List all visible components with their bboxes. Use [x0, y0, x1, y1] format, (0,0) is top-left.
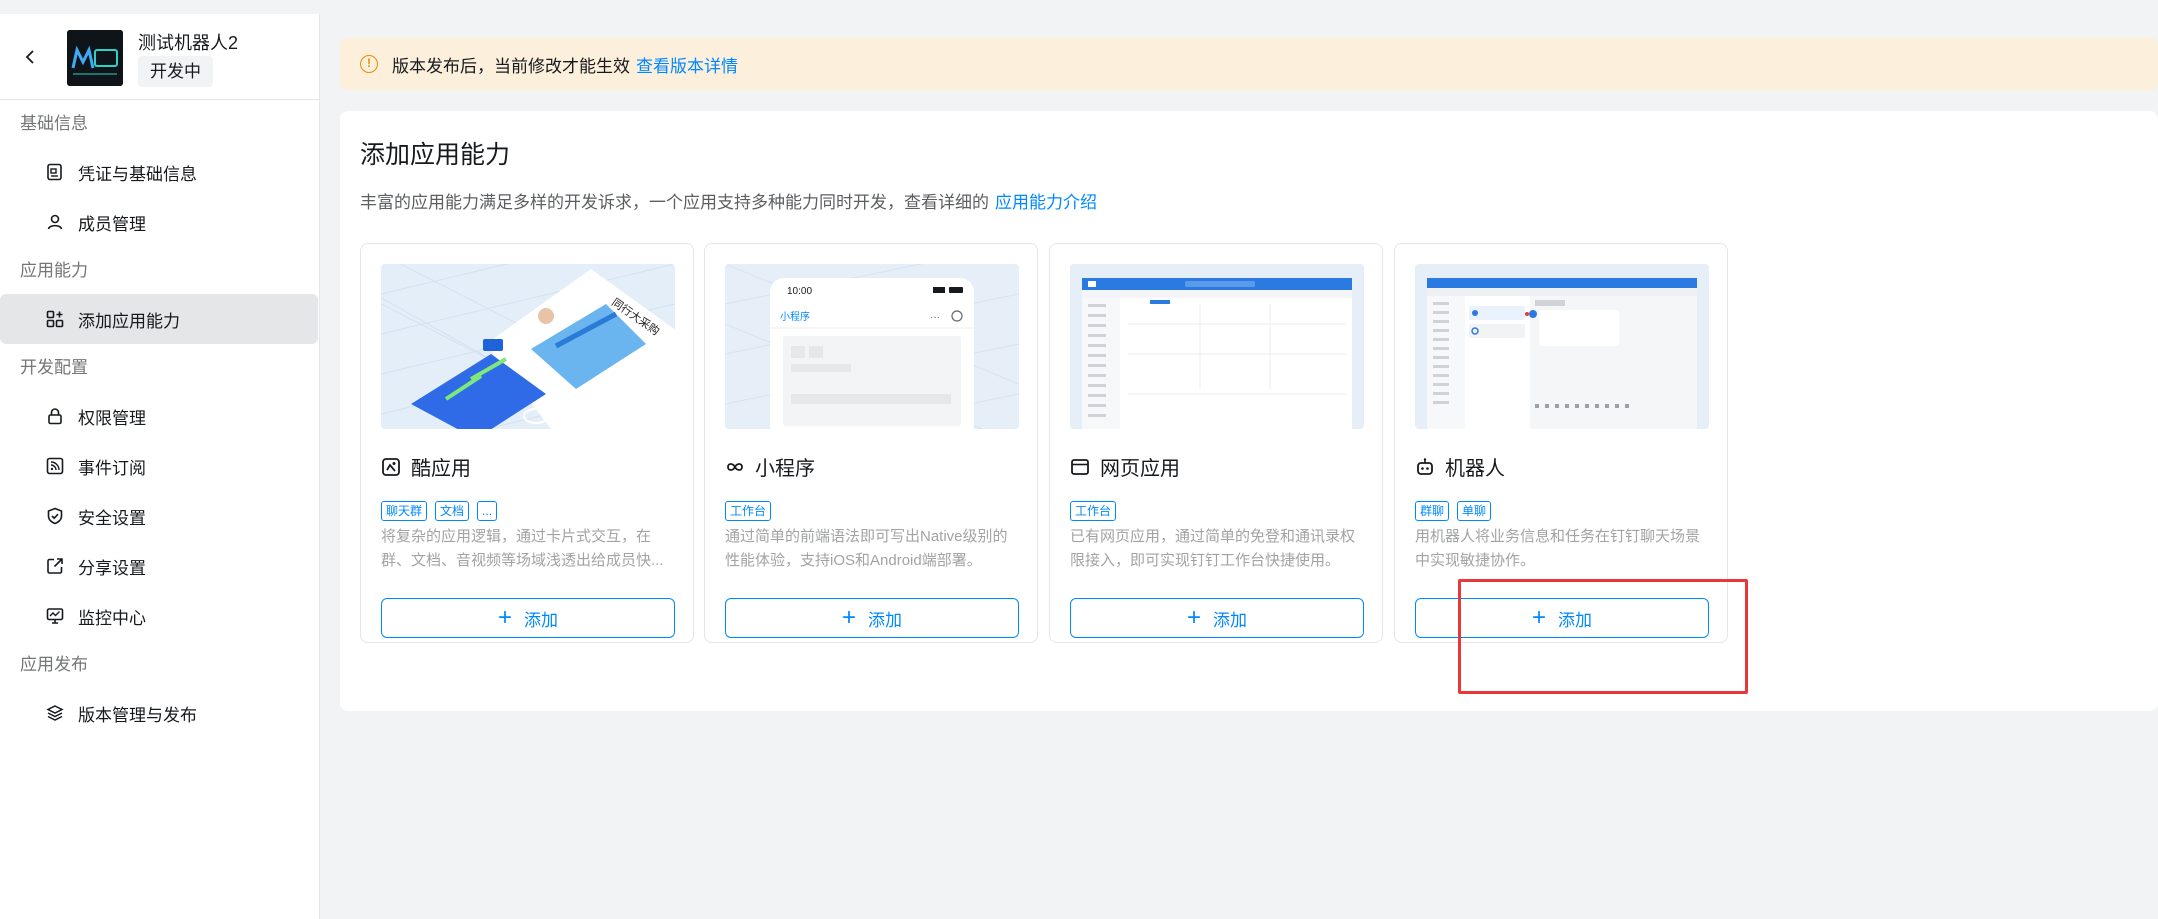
miniprogram-icon [725, 457, 745, 477]
card-description: 通过简单的前端语法即可写出Native级别的性能体验，支持iOS和Android… [725, 528, 1008, 569]
tag: 群聊 [1415, 501, 1450, 521]
button-label: 添加 [524, 610, 558, 630]
add-mini-program-button[interactable]: + 添加 [725, 598, 1019, 638]
tag: 单聊 [1457, 501, 1492, 521]
layers-icon [46, 704, 64, 722]
plus-icon: + [841, 604, 856, 631]
sidebar-item-monitor[interactable]: 监控中心 [0, 591, 319, 641]
card-description: 将复杂的应用逻辑，通过卡片式交互，在群、文档、音视频等场域浅透出给成员快... [381, 528, 664, 569]
page-description-text: 丰富的应用能力满足多样的开发诉求，一个应用支持多种能力同时开发，查看详细的 [360, 193, 989, 212]
user-icon [46, 213, 64, 231]
add-web-app-button[interactable]: + 添加 [1070, 598, 1364, 638]
card-title-text: 网页应用 [1100, 458, 1180, 480]
group-title-release: 应用发布 [20, 655, 88, 674]
add-robot-button[interactable]: + 添加 [1415, 598, 1709, 638]
plus-icon: + [497, 604, 512, 631]
group-title-basic: 基础信息 [20, 114, 88, 133]
tag: 工作台 [1070, 501, 1117, 521]
app-header: 测试机器人2 开发中 [0, 14, 319, 100]
card-title: 网页应用 [1070, 452, 1180, 481]
tag-more[interactable]: ... [477, 501, 498, 521]
sidebar-item-label: 事件订阅 [78, 458, 146, 478]
sidebar-item-versions[interactable]: 版本管理与发布 [0, 688, 319, 738]
button-label: 添加 [1213, 610, 1247, 630]
monitor-icon [46, 607, 64, 625]
sidebar-item-label: 权限管理 [78, 408, 146, 428]
web-app-illustration [1070, 264, 1364, 429]
sidebar-item-members[interactable]: 成员管理 [0, 197, 319, 247]
cool-app-icon [381, 457, 401, 477]
sidebar-item-share[interactable]: 分享设置 [0, 541, 319, 591]
webpage-icon [1070, 457, 1090, 477]
sidebar-item-label: 监控中心 [78, 608, 146, 628]
card-title-text: 小程序 [755, 458, 815, 480]
sidebar-item-label: 凭证与基础信息 [78, 164, 197, 184]
sidebar-item-label: 分享设置 [78, 558, 146, 578]
capability-card-mini-program: 10:00 小程序 ··· 小程序 工作台 通过简单的前端语法即可写出Nativ… [704, 243, 1038, 643]
sidebar-item-add-capability[interactable]: 添加应用能力 [0, 294, 318, 344]
sidebar-item-label: 添加应用能力 [78, 311, 180, 331]
banner-text: 版本发布后，当前修改才能生效 [392, 56, 630, 76]
tag: 文档 [435, 501, 470, 521]
svg-text:···: ··· [930, 312, 940, 323]
robot-icon [1415, 457, 1435, 477]
apps-add-icon [46, 310, 64, 328]
plus-icon: + [1186, 604, 1201, 631]
card-title-text: 机器人 [1445, 458, 1505, 480]
share-icon [46, 557, 64, 575]
capability-card-robot: 机器人 群聊 单聊 用机器人将业务信息和任务在钉钉聊天场景中实现敏捷协作。 + 添… [1394, 243, 1728, 643]
sidebar: 测试机器人2 开发中 基础信息 凭证与基础信息 成员管理 应用能力 添加应用能力… [0, 14, 320, 919]
robot-illustration [1415, 264, 1709, 429]
tag: 聊天群 [381, 501, 428, 521]
group-title-capability: 应用能力 [20, 261, 88, 280]
page-description: 丰富的应用能力满足多样的开发诉求，一个应用支持多种能力同时开发，查看详细的 应用能… [360, 188, 1097, 213]
card-title-text: 酷应用 [411, 458, 471, 480]
capability-card-web-app: 网页应用 工作台 已有网页应用，通过简单的免登和通讯录权限接入，即可实现钉钉工作… [1049, 243, 1383, 643]
sidebar-item-security[interactable]: 安全设置 [0, 491, 319, 541]
shield-icon [46, 507, 64, 525]
chevron-left-icon [25, 49, 34, 64]
app-name: 测试机器人2 [138, 33, 239, 53]
group-title-dev-config: 开发配置 [20, 358, 88, 377]
add-cool-app-button[interactable]: + 添加 [381, 598, 675, 638]
sidebar-item-events[interactable]: 事件订阅 [0, 441, 319, 491]
sidebar-item-label: 版本管理与发布 [78, 705, 197, 725]
phone-time: 10:00 [787, 286, 812, 297]
phone-title: 小程序 [780, 310, 810, 323]
lock-icon [46, 407, 64, 425]
app-status-badge: 开发中 [138, 56, 213, 87]
credential-icon [46, 163, 64, 181]
card-description: 用机器人将业务信息和任务在钉钉聊天场景中实现敏捷协作。 [1415, 528, 1701, 569]
card-description: 已有网页应用，通过简单的免登和通讯录权限接入，即可实现钉钉工作台快捷使用。 [1070, 528, 1356, 569]
card-title: 机器人 [1415, 452, 1505, 481]
info-warning-icon: ! [360, 55, 378, 73]
app-logo [67, 30, 123, 86]
rss-icon [46, 457, 64, 475]
plus-icon: + [1531, 604, 1546, 631]
tag: 工作台 [725, 501, 772, 521]
capability-card-cool-app: 同行大采购 酷应用 聊天群 文档 ... 将复杂的应用逻辑，通过卡片式交互，在群… [360, 243, 694, 643]
cool-app-illustration: 同行大采购 [381, 264, 675, 429]
card-title: 小程序 [725, 452, 815, 481]
card-title: 酷应用 [381, 452, 471, 481]
sidebar-item-label: 成员管理 [78, 214, 146, 234]
release-notice-banner: ! 版本发布后，当前修改才能生效 查看版本详情 [340, 38, 2158, 90]
card-tags: 群聊 单聊 [1415, 501, 1492, 521]
sidebar-item-permissions[interactable]: 权限管理 [0, 391, 319, 441]
back-button[interactable] [18, 45, 42, 69]
button-label: 添加 [1558, 610, 1592, 630]
card-tags: 聊天群 文档 ... [381, 501, 498, 521]
sidebar-item-label: 安全设置 [78, 508, 146, 528]
capability-intro-link[interactable]: 应用能力介绍 [995, 193, 1097, 212]
capability-panel: 添加应用能力 丰富的应用能力满足多样的开发诉求，一个应用支持多种能力同时开发，查… [340, 111, 2158, 711]
card-tags: 工作台 [725, 501, 772, 521]
view-version-details-link[interactable]: 查看版本详情 [636, 52, 738, 77]
button-label: 添加 [868, 610, 902, 630]
page-title: 添加应用能力 [360, 141, 511, 169]
card-tags: 工作台 [1070, 501, 1117, 521]
sidebar-item-credentials[interactable]: 凭证与基础信息 [0, 147, 319, 197]
mini-program-illustration: 10:00 小程序 ··· [725, 264, 1019, 429]
